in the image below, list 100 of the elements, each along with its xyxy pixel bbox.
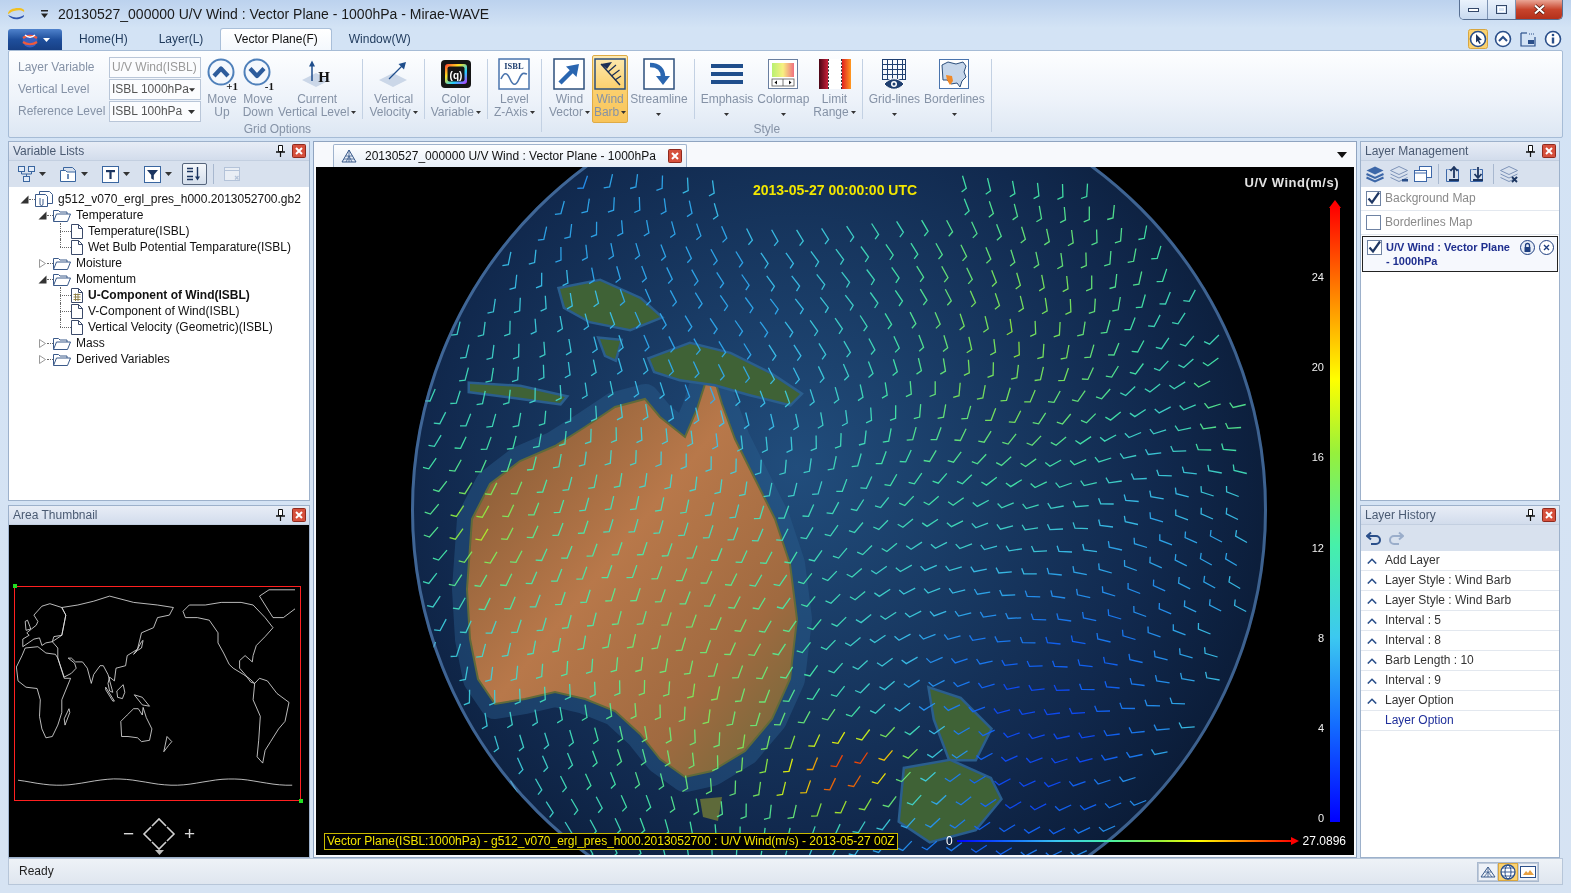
- sort-button[interactable]: [182, 163, 207, 185]
- folder-icon: [53, 336, 71, 350]
- close-icon: [1532, 4, 1546, 15]
- group-label: Style: [753, 123, 781, 137]
- close-icon[interactable]: [667, 149, 682, 163]
- tree-item[interactable]: Wet Bulb Potential Temparature(ISBL): [19, 239, 291, 255]
- layers-icon[interactable]: [1366, 165, 1384, 183]
- ribbon-button[interactable]: (q) Color Variable: [428, 55, 483, 123]
- checkbox[interactable]: [1366, 191, 1381, 206]
- zoom-in-button[interactable]: +: [184, 824, 196, 844]
- tree-item[interactable]: V-Component of Wind(ISBL): [19, 303, 240, 319]
- checkbox[interactable]: [1367, 240, 1382, 255]
- folder-document-icon: [60, 165, 77, 183]
- layers-delete-icon[interactable]: [1500, 165, 1518, 183]
- mesh-plane-icon[interactable]: [1478, 862, 1498, 881]
- application-menu-button[interactable]: [8, 29, 62, 50]
- close-button[interactable]: [1516, 0, 1562, 19]
- pin-icon[interactable]: [276, 145, 285, 157]
- zoom-out-button[interactable]: −: [122, 824, 134, 844]
- ribbon-button[interactable]: -1 Move Down: [240, 55, 276, 123]
- tree-item[interactable]: U-Component of Wind(ISBL): [19, 287, 250, 303]
- dropdown-field[interactable]: ISBL 1000hPa: [109, 79, 201, 100]
- dropdown-icon[interactable]: [41, 10, 48, 18]
- pin-icon[interactable]: [276, 509, 285, 521]
- caret-icon: [188, 109, 195, 114]
- chevron-up-icon: [1367, 617, 1377, 624]
- pan-arrows-icon[interactable]: [142, 817, 176, 851]
- lock-icon[interactable]: [1520, 240, 1535, 255]
- caret-icon: [42, 37, 50, 42]
- scale-tick-label: 20: [1311, 361, 1324, 375]
- scale-tick-label: 4: [1317, 721, 1324, 735]
- history-item[interactable]: Interval : 8: [1361, 631, 1559, 651]
- close-icon[interactable]: [292, 508, 306, 522]
- minimize-button[interactable]: [1460, 0, 1488, 19]
- close-circle-icon[interactable]: [1539, 240, 1554, 255]
- scale-tick-label: 16: [1311, 451, 1324, 465]
- close-icon[interactable]: [1542, 508, 1556, 522]
- history-item[interactable]: Layer Style : Wind Barb: [1361, 591, 1559, 611]
- framed-map-icon[interactable]: [1518, 862, 1538, 881]
- file-stack-icon: [35, 191, 53, 207]
- maximize-button[interactable]: [1488, 0, 1516, 19]
- handle-icon[interactable]: [299, 799, 303, 803]
- history-item[interactable]: Layer Option: [1361, 711, 1559, 731]
- tree-item[interactable]: Derived Variables: [19, 351, 170, 367]
- ribbon-tab[interactable]: Home(H): [65, 28, 142, 50]
- chevron-up-icon: [1367, 557, 1377, 564]
- tree-item[interactable]: Mass: [19, 335, 105, 351]
- history-item[interactable]: Add Layer: [1361, 551, 1559, 571]
- history-item[interactable]: Layer Style : Wind Barb: [1361, 571, 1559, 591]
- tree-item[interactable]: Momentum: [19, 271, 137, 287]
- tree-expander-icon[interactable]: [37, 274, 47, 284]
- tree-item[interactable]: g512_v070_ergl_pres_h000.2013052700.gb2: [19, 191, 301, 207]
- tree-item[interactable]: Vertical Velocity (Geometric)(ISBL): [19, 319, 273, 335]
- layer-item[interactable]: U/V Wind : Vector Plane - 1000hPa: [1362, 236, 1558, 272]
- undo-icon[interactable]: [1366, 531, 1382, 545]
- pin-icon[interactable]: [1526, 145, 1535, 157]
- chevron-up-icon: [1367, 657, 1377, 664]
- windows-icon[interactable]: [1414, 165, 1432, 183]
- app-logo-icon: [20, 31, 39, 48]
- tree-item[interactable]: Moisture: [19, 255, 122, 271]
- chevron-up-icon: [1367, 677, 1377, 684]
- legend-title: U/V Wind(m/s): [1244, 175, 1339, 191]
- caret-icon[interactable]: [155, 850, 164, 855]
- window-icon[interactable]: [1518, 29, 1538, 49]
- chevron-up-icon: [1367, 597, 1377, 604]
- globe-icon[interactable]: [1498, 862, 1518, 881]
- panel-title: Variable Lists: [13, 143, 85, 159]
- dropdown-icon[interactable]: [1337, 151, 1347, 158]
- folder-icon: [53, 256, 71, 270]
- close-icon[interactable]: [292, 144, 306, 158]
- document-tab[interactable]: 20130527_000000 U/V Wind : Vector Plane - 1000hPa: [333, 144, 687, 167]
- timestamp-label: 2013-05-27 00:00:00 UTC: [752, 182, 918, 199]
- checkbox[interactable]: [1366, 215, 1381, 230]
- map-borders-icon: [938, 58, 971, 90]
- ribbon-tab[interactable]: Vector Plane(F): [220, 28, 332, 50]
- window-remove-icon: [224, 165, 241, 183]
- history-item[interactable]: Interval : 5: [1361, 611, 1559, 631]
- pin-icon[interactable]: [1526, 509, 1535, 521]
- layers-remove-icon[interactable]: [1390, 165, 1408, 183]
- tree-item[interactable]: Temperature(ISBL): [19, 223, 190, 239]
- ribbon-button[interactable]: H Current Vertical Level: [276, 55, 359, 123]
- chevron-up-circle-icon[interactable]: [1493, 29, 1513, 49]
- dropdown-field[interactable]: ISBL 100hPa: [109, 101, 201, 122]
- tree-expander-icon[interactable]: [37, 210, 47, 220]
- ribbon-button[interactable]: ISBL Level Z-Axis: [491, 55, 537, 123]
- info-icon[interactable]: [1543, 29, 1563, 49]
- history-item[interactable]: Layer Option: [1361, 691, 1559, 711]
- ribbon-tab[interactable]: Layer(L): [144, 28, 218, 50]
- close-icon[interactable]: [1542, 144, 1556, 158]
- grid-page-icon: [71, 287, 83, 303]
- layer-item[interactable]: Borderlines Map: [1361, 211, 1559, 235]
- tree-item[interactable]: Temperature: [19, 207, 144, 223]
- handle-icon[interactable]: [13, 584, 17, 588]
- ribbon-tab[interactable]: Window(W): [334, 28, 425, 50]
- history-item[interactable]: Barb Length : 10: [1361, 651, 1559, 671]
- ribbon-button[interactable]: +1 Move Up: [204, 55, 240, 123]
- cursor-icon[interactable]: [1468, 29, 1488, 49]
- tree-expander-icon[interactable]: [19, 194, 29, 204]
- history-item[interactable]: Interval : 9: [1361, 671, 1559, 691]
- layer-item[interactable]: Background Map: [1361, 187, 1559, 211]
